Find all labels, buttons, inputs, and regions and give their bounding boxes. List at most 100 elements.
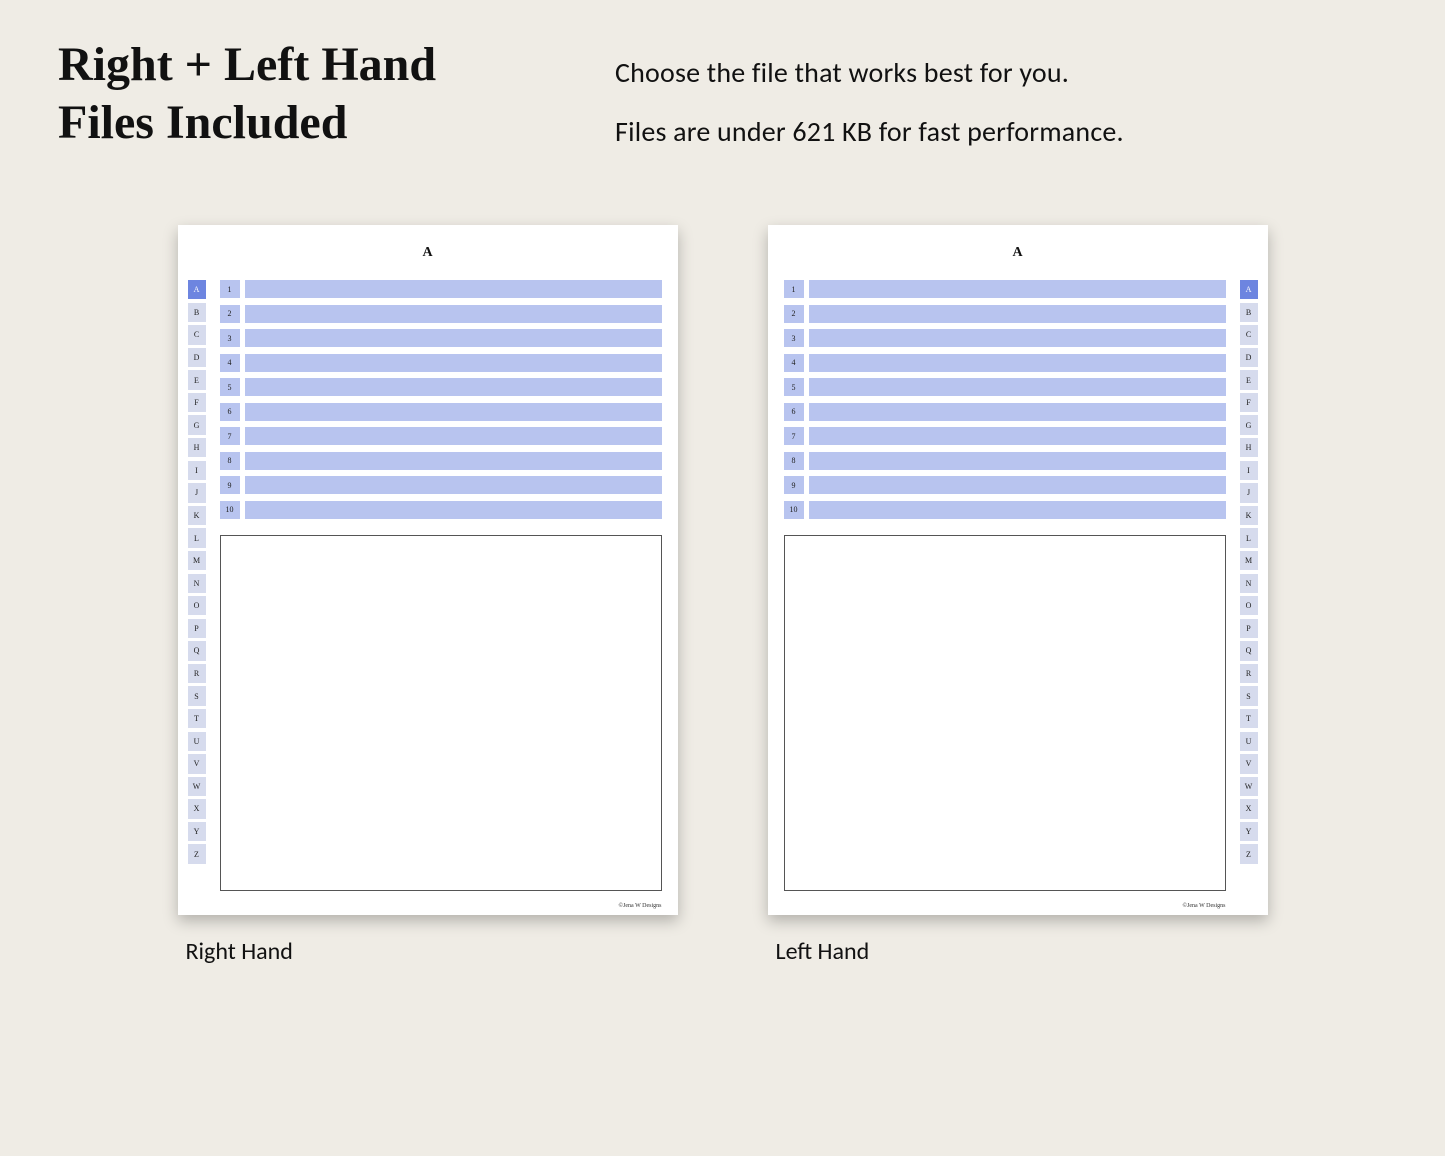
alpha-tab-o[interactable]: O: [188, 596, 206, 615]
line-row: 5: [220, 378, 662, 396]
line-number: 4: [220, 354, 240, 372]
line-input-bar[interactable]: [809, 476, 1226, 494]
alpha-tab-i[interactable]: I: [1240, 461, 1258, 480]
alpha-tab-m[interactable]: M: [1240, 551, 1258, 570]
alpha-tab-f[interactable]: F: [188, 393, 206, 412]
line-number: 6: [220, 403, 240, 421]
line-number: 7: [220, 427, 240, 445]
alpha-tab-d[interactable]: D: [1240, 348, 1258, 367]
alpha-tab-x[interactable]: X: [1240, 799, 1258, 818]
line-input-bar[interactable]: [245, 501, 662, 519]
alpha-tab-l[interactable]: L: [188, 528, 206, 547]
alpha-tab-p[interactable]: P: [1240, 619, 1258, 638]
alpha-tab-m[interactable]: M: [188, 551, 206, 570]
line-input-bar[interactable]: [809, 329, 1226, 347]
line-number: 1: [784, 280, 804, 298]
alpha-tab-l[interactable]: L: [1240, 528, 1258, 547]
alpha-tab-u[interactable]: U: [188, 732, 206, 751]
alpha-tab-j[interactable]: J: [188, 483, 206, 502]
line-row: 3: [784, 329, 1226, 347]
line-row: 1: [784, 280, 1226, 298]
alpha-tab-p[interactable]: P: [188, 619, 206, 638]
alpha-tab-w[interactable]: W: [188, 777, 206, 796]
alpha-tab-d[interactable]: D: [188, 348, 206, 367]
line-row: 9: [220, 476, 662, 494]
line-number: 9: [220, 476, 240, 494]
alpha-tab-z[interactable]: Z: [1240, 844, 1258, 863]
alpha-tab-b[interactable]: B: [188, 303, 206, 322]
page-title: A: [784, 245, 1252, 261]
pages-row: A ABCDEFGHIJKLMNOPQRSTUVWXYZ 12345678910…: [0, 225, 1445, 966]
alpha-tab-o[interactable]: O: [1240, 596, 1258, 615]
alpha-tab-y[interactable]: Y: [1240, 822, 1258, 841]
alpha-tab-h[interactable]: H: [188, 438, 206, 457]
alpha-tab-k[interactable]: K: [1240, 506, 1258, 525]
page-title: A: [194, 245, 662, 261]
alpha-tab-q[interactable]: Q: [1240, 641, 1258, 660]
caption-right-hand: Right Hand: [186, 937, 678, 966]
alpha-tab-g[interactable]: G: [1240, 415, 1258, 434]
line-number: 3: [784, 329, 804, 347]
line-input-bar[interactable]: [809, 427, 1226, 445]
line-input-bar[interactable]: [809, 403, 1226, 421]
line-input-bar[interactable]: [245, 354, 662, 372]
alpha-tab-i[interactable]: I: [188, 461, 206, 480]
alpha-tab-e[interactable]: E: [188, 370, 206, 389]
sub-line-2: Files are under 621 KB for fast performa…: [615, 103, 1124, 162]
line-input-bar[interactable]: [809, 280, 1226, 298]
line-row: 3: [220, 329, 662, 347]
line-row: 6: [784, 403, 1226, 421]
alpha-tab-e[interactable]: E: [1240, 370, 1258, 389]
line-number: 6: [784, 403, 804, 421]
line-row: 10: [220, 501, 662, 519]
line-input-bar[interactable]: [245, 378, 662, 396]
line-input-bar[interactable]: [245, 476, 662, 494]
lines-area: 12345678910: [784, 280, 1226, 525]
alpha-tab-k[interactable]: K: [188, 506, 206, 525]
line-row: 5: [784, 378, 1226, 396]
alpha-tab-r[interactable]: R: [188, 664, 206, 683]
alpha-tab-u[interactable]: U: [1240, 732, 1258, 751]
alpha-tab-w[interactable]: W: [1240, 777, 1258, 796]
line-row: 9: [784, 476, 1226, 494]
line-input-bar[interactable]: [809, 305, 1226, 323]
alpha-tab-q[interactable]: Q: [188, 641, 206, 660]
line-input-bar[interactable]: [245, 329, 662, 347]
alpha-tab-g[interactable]: G: [188, 415, 206, 434]
alpha-tab-v[interactable]: V: [1240, 754, 1258, 773]
alpha-tab-r[interactable]: R: [1240, 664, 1258, 683]
line-input-bar[interactable]: [245, 452, 662, 470]
alpha-tab-x[interactable]: X: [188, 799, 206, 818]
alpha-tab-h[interactable]: H: [1240, 438, 1258, 457]
line-input-bar[interactable]: [245, 280, 662, 298]
alpha-tab-z[interactable]: Z: [188, 844, 206, 863]
line-input-bar[interactable]: [809, 378, 1226, 396]
alpha-tab-j[interactable]: J: [1240, 483, 1258, 502]
line-input-bar[interactable]: [809, 452, 1226, 470]
alpha-tab-a[interactable]: A: [188, 280, 206, 299]
line-input-bar[interactable]: [245, 305, 662, 323]
line-input-bar[interactable]: [809, 501, 1226, 519]
line-number: 2: [784, 305, 804, 323]
alpha-tab-s[interactable]: S: [1240, 686, 1258, 705]
alpha-tab-n[interactable]: N: [188, 574, 206, 593]
alpha-tab-v[interactable]: V: [188, 754, 206, 773]
line-input-bar[interactable]: [245, 427, 662, 445]
alpha-tab-t[interactable]: T: [188, 709, 206, 728]
alpha-tab-c[interactable]: C: [188, 325, 206, 344]
line-number: 4: [784, 354, 804, 372]
line-input-bar[interactable]: [809, 354, 1226, 372]
alpha-tab-c[interactable]: C: [1240, 325, 1258, 344]
alpha-tab-f[interactable]: F: [1240, 393, 1258, 412]
alpha-tab-b[interactable]: B: [1240, 303, 1258, 322]
alpha-tab-n[interactable]: N: [1240, 574, 1258, 593]
alpha-tab-a[interactable]: A: [1240, 280, 1258, 299]
alpha-tab-s[interactable]: S: [188, 686, 206, 705]
right-hand-page: A ABCDEFGHIJKLMNOPQRSTUVWXYZ 12345678910…: [178, 225, 678, 915]
heading-line-1: Right + Left Hand: [58, 36, 436, 94]
line-input-bar[interactable]: [245, 403, 662, 421]
alpha-tab-t[interactable]: T: [1240, 709, 1258, 728]
notes-box: [784, 535, 1226, 891]
alpha-tab-y[interactable]: Y: [188, 822, 206, 841]
line-number: 10: [220, 501, 240, 519]
